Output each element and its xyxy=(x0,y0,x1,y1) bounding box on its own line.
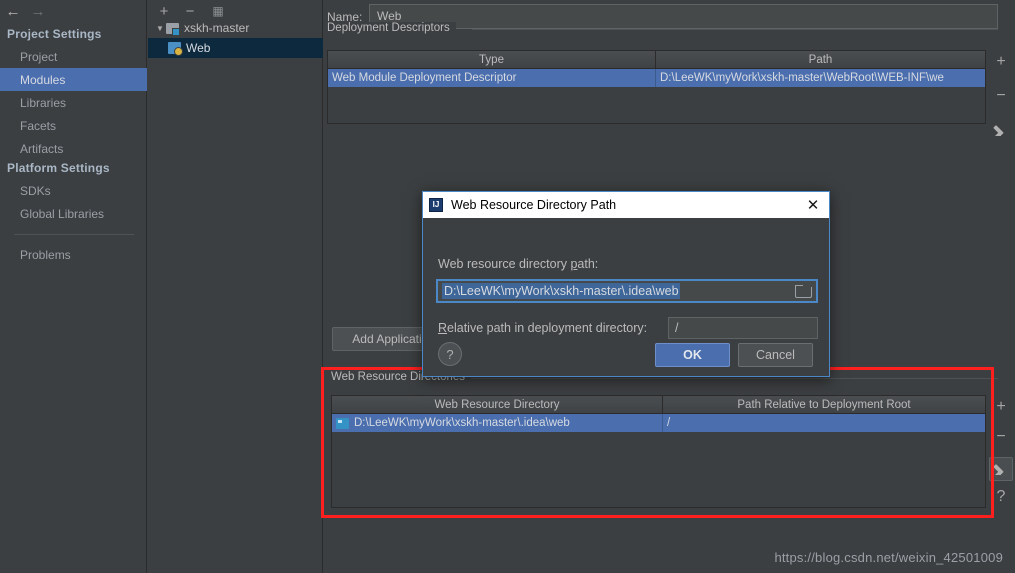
sidebar-item-project[interactable]: Project xyxy=(0,45,147,68)
arrow-right-icon[interactable]: → xyxy=(28,2,48,20)
sidebar-item-facets[interactable]: Facets xyxy=(0,114,147,137)
dialog-title-bar: Web Resource Directory Path ✕ xyxy=(423,192,829,218)
cell-web-resource-directory-text: D:\LeeWK\myWork\xskh-master\.idea\web xyxy=(354,417,570,429)
sidebar-item-label: Project xyxy=(20,49,58,64)
table-row[interactable]: D:\LeeWK\myWork\xskh-master\.idea\web / xyxy=(332,414,985,432)
web-resource-directory-path-dialog: Web Resource Directory Path ✕ Web resour… xyxy=(422,191,830,377)
sidebar-item-label: Libraries xyxy=(20,95,67,110)
cell-descriptor-type: Web Module Deployment Descriptor xyxy=(332,72,517,84)
sidebar-nav-arrows: ← → xyxy=(0,0,147,22)
sidebar-item-sdks[interactable]: SDKs xyxy=(0,179,147,202)
column-header-path-relative-to-deployment-root[interactable]: Path Relative to Deployment Root xyxy=(662,396,985,413)
web-resource-directory-path-input[interactable]: D:\LeeWK\myWork\xskh-master\.idea\web xyxy=(436,279,818,303)
sidebar-item-label: SDKs xyxy=(20,183,51,198)
chevron-down-icon[interactable]: ▼ xyxy=(154,24,166,33)
ok-button[interactable]: OK xyxy=(655,343,730,367)
web-facet-icon xyxy=(168,42,183,56)
sidebar-item-label: Facets xyxy=(20,118,57,133)
dialog-body: Web resource directory path: D:\LeeWK\my… xyxy=(423,218,829,377)
path-label-part2: ath: xyxy=(577,257,599,271)
pencil-icon xyxy=(995,463,1007,475)
sidebar-item-label: Artifacts xyxy=(20,141,64,156)
cell-relative-path: / xyxy=(662,414,985,432)
web-resource-directories-group-line xyxy=(470,378,998,379)
module-folder-icon xyxy=(166,22,180,36)
sidebar-item-label: Problems xyxy=(20,247,71,262)
add-web-resource-button[interactable]: + xyxy=(989,395,1013,419)
close-icon[interactable]: ✕ xyxy=(803,195,823,215)
table-header-row: Type Path xyxy=(328,51,985,69)
deployment-descriptors-group-label: Deployment Descriptors xyxy=(327,22,456,34)
sidebar-item-artifacts[interactable]: Artifacts xyxy=(0,137,147,160)
sidebar-item-problems[interactable]: Problems xyxy=(0,243,147,266)
web-resource-directory-path-label: Web resource directory path: xyxy=(438,257,598,271)
relative-label-mnemonic: R xyxy=(438,321,448,335)
relative-path-label: Relative path in deployment directory: xyxy=(438,321,647,335)
web-resource-help-button[interactable]: ? xyxy=(989,485,1013,509)
column-header-web-resource-directory[interactable]: Web Resource Directory xyxy=(332,396,662,413)
column-header-path[interactable]: Path xyxy=(655,51,985,68)
edit-descriptor-button[interactable] xyxy=(989,118,1013,142)
dialog-help-button[interactable]: ? xyxy=(438,342,462,366)
relative-path-input[interactable]: / xyxy=(668,317,818,339)
deployment-descriptors-actions: + − xyxy=(987,50,1015,144)
sidebar-item-libraries[interactable]: Libraries xyxy=(0,91,147,114)
web-resource-directories-table[interactable]: Web Resource Directory Path Relative to … xyxy=(331,395,986,508)
watermark-text: https://blog.csdn.net/weixin_42501009 xyxy=(774,550,1003,565)
intellij-idea-icon xyxy=(429,198,443,212)
sidebar-item-modules[interactable]: Modules xyxy=(0,68,147,91)
deployment-descriptors-table[interactable]: Type Path Web Module Deployment Descript… xyxy=(327,50,986,124)
deployment-descriptors-group-line xyxy=(472,29,998,30)
sidebar-item-global-libraries[interactable]: Global Libraries xyxy=(0,202,147,225)
remove-web-resource-button[interactable]: − xyxy=(989,425,1013,449)
column-header-type[interactable]: Type xyxy=(328,51,655,68)
tree-node-web[interactable]: Web xyxy=(148,38,323,58)
table-header-row: Web Resource Directory Path Relative to … xyxy=(332,396,985,414)
add-descriptor-button[interactable]: + xyxy=(989,50,1013,74)
module-name-input[interactable]: Web xyxy=(369,4,998,29)
remove-descriptor-button[interactable]: − xyxy=(989,84,1013,108)
arrow-left-icon[interactable]: ← xyxy=(3,2,23,20)
edit-web-resource-button[interactable] xyxy=(989,457,1013,481)
sidebar-item-label: Global Libraries xyxy=(20,206,105,221)
dialog-title: Web Resource Directory Path xyxy=(451,198,617,212)
pencil-icon xyxy=(995,124,1007,136)
cell-descriptor-path: D:\LeeWK\myWork\xskh-master\WebRoot\WEB-… xyxy=(655,69,985,87)
settings-window: ← → Project Settings Project Modules Lib… xyxy=(0,0,1015,573)
folder-browse-icon[interactable] xyxy=(795,285,812,298)
section-title-platform-settings: Platform Settings xyxy=(7,161,110,175)
web-resource-directories-actions: + − ? xyxy=(987,395,1015,511)
path-input-value: D:\LeeWK\myWork\xskh-master\.idea\web xyxy=(442,283,680,299)
settings-sidebar: ← → Project Settings Project Modules Lib… xyxy=(0,0,147,573)
tree-node-label: xskh-master xyxy=(184,21,250,35)
sidebar-divider xyxy=(14,234,134,235)
cell-web-resource-directory: D:\LeeWK\myWork\xskh-master\.idea\web xyxy=(332,414,662,432)
table-row[interactable]: Web Module Deployment Descriptor D:\LeeW… xyxy=(328,69,985,87)
tree-node-xskh-master[interactable]: ▼ xskh-master xyxy=(148,18,323,38)
folder-icon xyxy=(336,417,349,429)
cancel-button[interactable]: Cancel xyxy=(738,343,813,367)
path-label-part1: Web resource directory xyxy=(438,257,571,271)
relative-label-rest: elative path in deployment directory: xyxy=(447,321,648,335)
section-title-project-settings: Project Settings xyxy=(7,27,102,41)
sidebar-item-label: Modules xyxy=(20,72,66,87)
tree-node-label: Web xyxy=(186,41,211,55)
modules-tree-pane: + − ▦ ▼ xskh-master Web xyxy=(148,0,323,573)
